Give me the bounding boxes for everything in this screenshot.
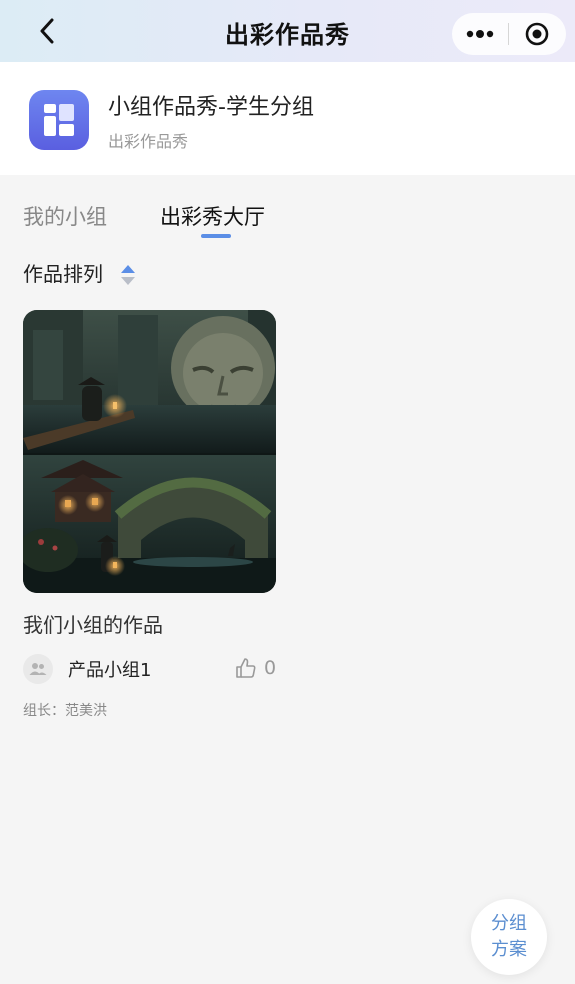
app-header-card: 小组作品秀-学生分组 出彩作品秀	[0, 62, 575, 175]
more-button[interactable]	[452, 13, 508, 55]
group-name: 产品小组1	[68, 660, 152, 681]
work-title[interactable]: 我们小组的作品	[23, 609, 163, 638]
app-subtitle: 出彩作品秀	[108, 132, 189, 151]
app-icon	[29, 90, 89, 150]
more-dots-icon	[466, 30, 494, 38]
work-thumbnail[interactable]	[23, 310, 276, 593]
grouping-plan-label-line2: 方案	[491, 939, 527, 960]
artwork-image	[23, 310, 276, 593]
mini-program-capsule	[452, 13, 566, 55]
close-button[interactable]	[509, 13, 565, 55]
group-leader: 组长：范美洪	[23, 703, 107, 719]
tab-showcase-hall[interactable]: 出彩秀大厅	[160, 201, 265, 231]
like-button[interactable]: 0	[235, 655, 276, 681]
group-people-icon	[29, 663, 47, 675]
active-tab-indicator	[201, 234, 231, 238]
group-avatar	[23, 654, 53, 684]
thumbs-up-icon	[236, 658, 256, 678]
target-circle-icon	[525, 22, 549, 46]
sort-arrows-icon[interactable]	[119, 263, 137, 287]
tab-my-group[interactable]: 我的小组	[23, 201, 107, 231]
app-title: 小组作品秀-学生分组	[108, 95, 314, 120]
nav-bar: 出彩作品秀	[0, 0, 575, 62]
layout-grid-icon	[44, 104, 74, 136]
grouping-plan-label-line1: 分组	[491, 913, 527, 934]
sort-label[interactable]: 作品排列	[23, 258, 103, 287]
grouping-plan-button[interactable]: 分组 方案	[471, 899, 547, 975]
like-count: 0	[264, 657, 277, 679]
